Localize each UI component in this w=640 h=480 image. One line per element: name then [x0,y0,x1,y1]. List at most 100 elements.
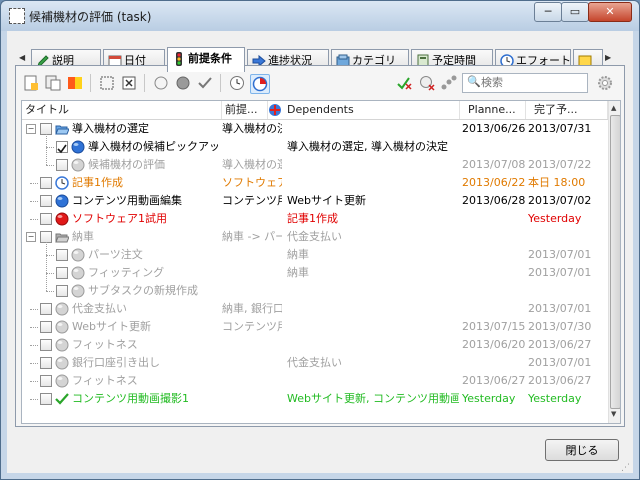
task-due-date [528,138,608,156]
task-planned-start [462,300,526,318]
table-row[interactable]: − 導入機材の選定 導入機材の決定 2013/06/262013/07/31 [22,120,608,138]
row-checkbox[interactable] [40,195,52,207]
row-checkbox[interactable] [40,393,52,405]
uncheck-all-icon[interactable] [418,74,436,92]
column-header-title[interactable]: タイトル [22,101,222,119]
table-row[interactable]: コンテンツ用動画編集 コンテンツ用動画撮影1 Webサイト更新 2013/06/282… [22,192,608,210]
row-checkbox[interactable] [40,375,52,387]
task-due-date: 2013/07/01 [528,248,592,261]
search-input[interactable] [481,75,581,89]
table-row[interactable]: 記事1作成 ソフトウェア1試用 2013/06/22本日 18:00 [22,174,608,192]
task-prerequisites: コンテンツ用動画編集 [222,320,282,333]
tree-expander-icon[interactable]: − [26,124,36,134]
title-bar[interactable]: 候補機材の評価 (task) ─ ▭ ✕ [1,1,639,31]
new-task-icon[interactable] [22,74,40,92]
column-header-dependents[interactable]: Dependents [284,101,460,119]
task-prerequisites: 導入機材の選定 [222,158,282,171]
resize-grip-icon[interactable]: ⋰ [621,463,630,473]
tab-scroll-left-icon[interactable]: ◀ [19,53,25,62]
task-dependents: Webサイト更新 [287,194,366,207]
task-due-date: 2013/07/01 [528,356,592,369]
scroll-up-icon[interactable]: ▲ [611,104,616,112]
grey-ball-icon [55,338,69,352]
table-row[interactable]: Webサイト更新 コンテンツ用動画編集 2013/07/152013/07/30 [22,318,608,336]
task-title: 候補機材の評価 [88,158,165,171]
vertical-scrollbar[interactable]: ▲ ▼ [608,101,620,423]
task-due-date [528,228,608,246]
row-checkbox[interactable] [40,339,52,351]
scroll-down-icon[interactable]: ▼ [611,410,616,418]
task-prerequisites [222,210,282,228]
table-row[interactable]: フィットネス 2013/06/27 2013/06/27 [22,372,608,390]
dialog-client: ◀ 説明 日付 前提条件 進捗状況 カテゴリ 予定時間 エフォート ▶ 🔍 検索… [7,31,633,473]
table-row[interactable]: 銀行口座引き出し 代金支払い 2013/07/01 [22,354,608,372]
task-prerequisites: 納車 -> パーツ注文 [222,230,282,243]
table-row[interactable]: パーツ注文 納車 2013/07/01 [22,246,608,264]
settings-icon[interactable] [596,74,614,92]
expand-icon[interactable] [98,74,116,92]
task-dependents [287,156,459,174]
column-header-planned-start[interactable]: Planne... [460,101,526,119]
tree-expander-icon[interactable]: − [26,232,36,242]
new-subtask-icon[interactable] [44,74,62,92]
maximize-button[interactable]: ▭ [561,2,589,22]
clock-filter-icon[interactable] [228,74,246,92]
check-all-icon[interactable] [396,74,414,92]
task-planned-start: 2013/06/22 [462,176,526,189]
row-checkbox[interactable] [56,267,68,279]
tab-bar: ◀ 説明 日付 前提条件 進捗状況 カテゴリ 予定時間 エフォート ▶ [7,37,633,72]
collapse-icon[interactable] [120,74,138,92]
column-header-due-date[interactable]: 完了予... [526,101,608,119]
task-list[interactable]: タイトル 前提... Dependents Planne... 完了予... −… [21,100,621,424]
table-row[interactable]: サブタスクの新規作成 [22,282,608,300]
overdue-filter-icon[interactable] [250,74,270,94]
task-title: ソフトウェア1試用 [72,212,167,225]
grey-ball-icon [55,374,69,388]
close-button[interactable]: 閉じる [545,439,619,461]
tab-label: 前提条件 [188,52,232,65]
table-row[interactable]: コンテンツ用動画撮影1Webサイト更新, コンテンツ用動画編集Yesterday… [22,390,608,408]
task-due-date: 2013/07/31 [528,122,592,135]
row-checkbox[interactable] [56,141,68,154]
table-row[interactable]: 代金支払い 納車, 銀行口座引き出し 2013/07/01 [22,300,608,318]
table-row[interactable]: 候補機材の評価 導入機材の選定 2013/07/082013/07/22 [22,156,608,174]
table-row[interactable]: フィットネス 2013/06/20 2013/06/27 [22,336,608,354]
row-checkbox[interactable] [40,303,52,315]
completed-filter-icon[interactable] [196,74,214,92]
minimize-button[interactable]: ─ [534,2,562,22]
task-dependents [287,372,459,390]
color-icon[interactable] [66,74,84,92]
toolbar: 🔍 [16,68,624,98]
tab-3[interactable]: 前提条件 [167,47,245,72]
red-ball-icon [55,212,69,226]
inactive-filter-icon[interactable] [152,74,170,92]
grey-ball-icon [71,248,85,262]
row-checkbox[interactable] [40,321,52,333]
row-checkbox[interactable] [56,285,68,297]
task-dependents [287,282,459,300]
table-row[interactable]: 導入機材の候補ピックアップ 導入機材の選定, 導入機材の決定 [22,138,608,156]
row-checkbox[interactable] [40,213,52,225]
row-checkbox[interactable] [40,357,52,369]
table-row[interactable]: − 納車 納車 -> パーツ注文代金支払い [22,228,608,246]
column-chooser-icon[interactable] [268,103,282,117]
scrollbar-thumb[interactable] [610,115,620,409]
blue-ball-icon [55,194,69,208]
task-prerequisites [222,372,282,390]
column-header-prerequisites[interactable]: 前提... [222,101,268,119]
dependencies-icon[interactable] [440,74,458,92]
task-dependents [287,300,459,318]
row-checkbox[interactable] [40,177,52,189]
active-filter-icon[interactable] [174,74,192,92]
tab-scroll-right-icon[interactable]: ▶ [605,53,611,62]
task-title: Webサイト更新 [72,320,151,333]
row-checkbox[interactable] [56,249,68,261]
table-row[interactable]: ソフトウェア1試用 記事1作成 Yesterday [22,210,608,228]
task-dependents [287,336,459,354]
search-box[interactable]: 🔍 [462,73,588,93]
table-row[interactable]: フィッティング 納車 2013/07/01 [22,264,608,282]
row-checkbox[interactable] [56,159,68,171]
close-window-button[interactable]: ✕ [588,2,632,22]
task-title: 代金支払い [72,302,127,315]
task-dependents: 記事1作成 [287,212,338,225]
